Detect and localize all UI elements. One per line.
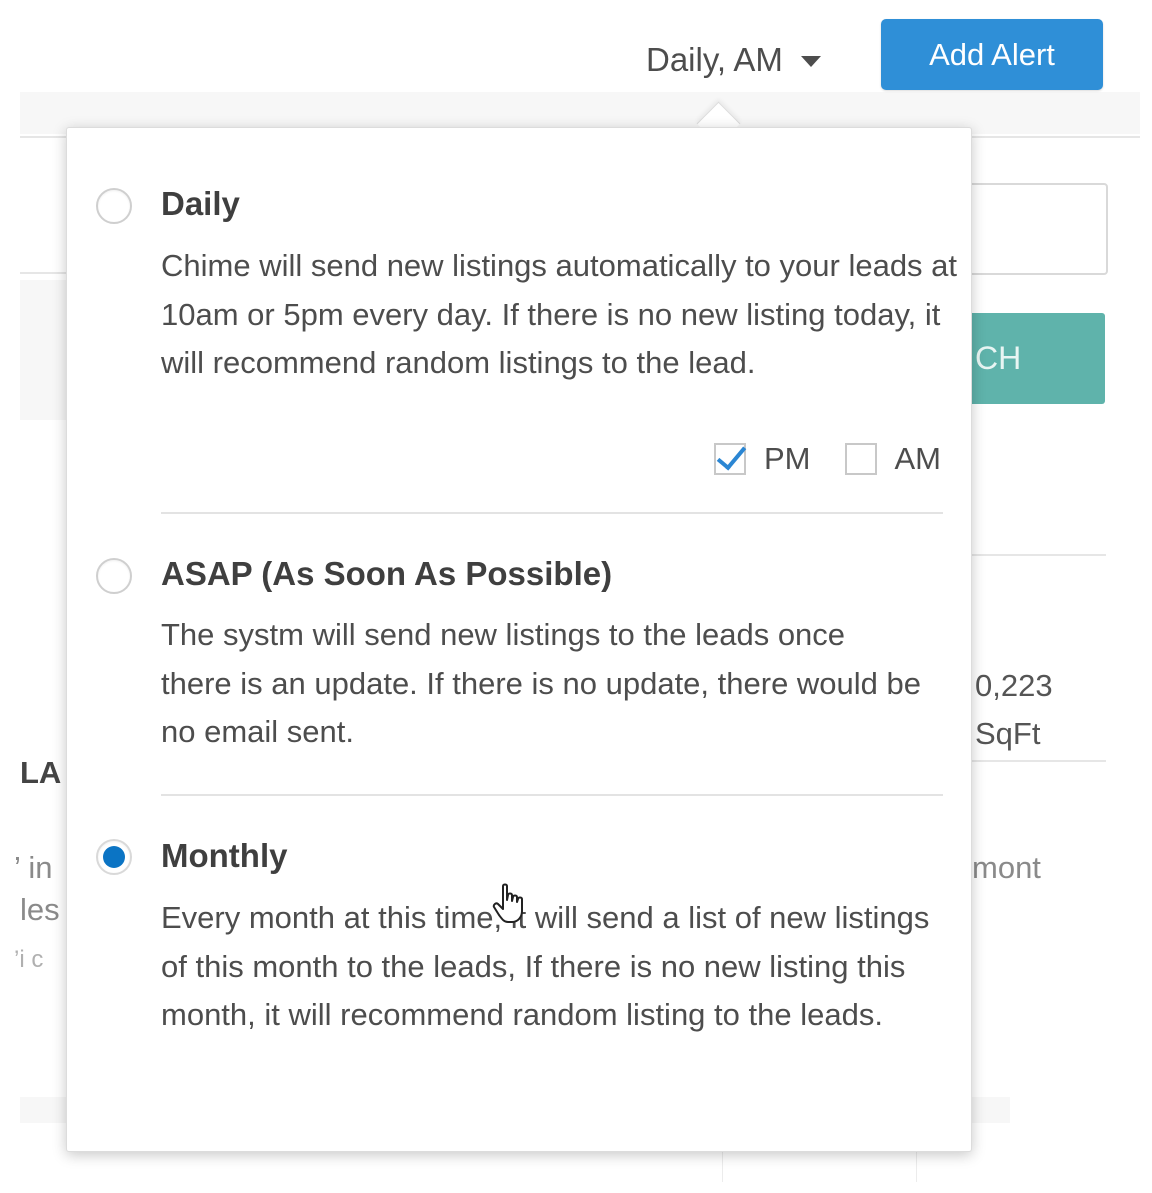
pm-label: PM: [764, 441, 811, 476]
option-asap-description: The systm will send new listings to the …: [161, 617, 922, 749]
bottom-column-line-2: [916, 1152, 917, 1182]
am-checkbox[interactable]: [844, 443, 877, 475]
background-search-input[interactable]: [958, 183, 1108, 275]
listing-text-fragment-2: les: [20, 892, 60, 927]
option-daily-description: Chime will send new listings automatical…: [161, 248, 958, 380]
listing-text-fragment-3: ’i c: [14, 946, 44, 973]
frequency-dropdown-trigger[interactable]: Daily, AM: [646, 38, 821, 82]
option-asap-title: ASAP (As Soon As Possible): [161, 555, 613, 592]
radio-daily[interactable]: [96, 188, 132, 224]
add-alert-button[interactable]: Add Alert: [881, 19, 1103, 90]
sqft-value: 0,223: [975, 668, 1053, 703]
listing-location-fragment: mont: [972, 850, 1041, 885]
option-daily-title: Daily: [161, 185, 240, 222]
am-label: AM: [894, 441, 942, 476]
option-monthly-title: Monthly: [161, 837, 288, 874]
hand-pointer-cursor-icon: [492, 883, 523, 923]
radio-monthly[interactable]: [96, 839, 132, 875]
option-divider-2: [161, 794, 943, 796]
daily-time-choices: PM AM: [714, 441, 941, 477]
listing-text-fragment: ’ in: [14, 850, 53, 885]
left-panel-line: [20, 272, 70, 274]
search-button-label: CH: [975, 340, 1022, 376]
sqft-unit: SqFt: [975, 716, 1041, 751]
frequency-dropdown-menu: Daily Chime will send new listings autom…: [66, 127, 972, 1152]
left-panel-band: [20, 280, 70, 420]
bottom-column-line: [722, 1152, 723, 1182]
option-monthly-description: Every month at this time, it will send a…: [161, 900, 930, 1032]
time-choice-am[interactable]: AM: [844, 441, 942, 477]
time-choice-pm[interactable]: PM: [714, 441, 811, 477]
radio-asap[interactable]: [96, 558, 132, 594]
pm-checkbox[interactable]: [714, 443, 746, 475]
frequency-selected-label: Daily, AM: [646, 41, 783, 78]
listing-title-fragment: LA: [20, 755, 62, 790]
caret-down-icon: [800, 55, 821, 67]
right-row-divider-2: [972, 760, 1106, 762]
background-search-button[interactable]: CH: [955, 313, 1105, 404]
option-divider: [161, 512, 943, 514]
right-row-divider: [972, 554, 1106, 556]
